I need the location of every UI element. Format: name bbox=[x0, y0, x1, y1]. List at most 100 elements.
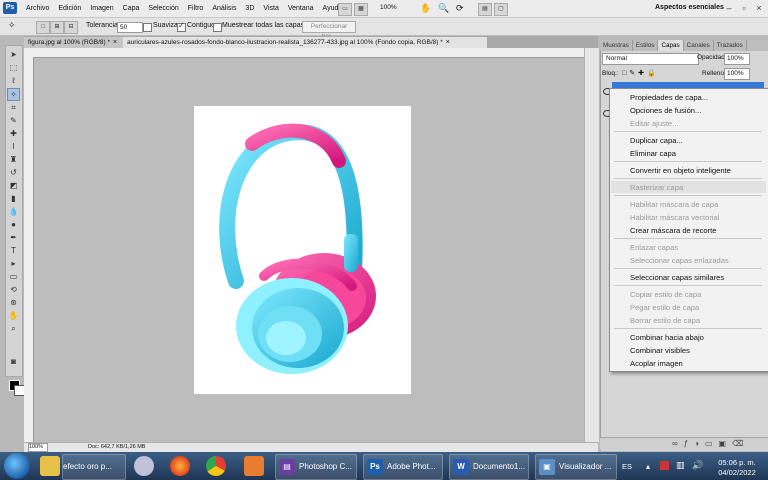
dodge-tool-icon[interactable]: ● bbox=[8, 219, 19, 230]
sample-all-layers-checkbox[interactable] bbox=[213, 23, 222, 32]
explorer-icon[interactable] bbox=[40, 456, 60, 476]
contiguous-checkbox[interactable] bbox=[177, 21, 186, 32]
vertical-scrollbar[interactable] bbox=[584, 48, 599, 442]
zoom-level[interactable]: 100% bbox=[380, 4, 397, 11]
close-icon[interactable]: × bbox=[752, 2, 766, 14]
menu-item-flatten-image[interactable]: Acoplar imagen bbox=[630, 359, 683, 368]
crop-tool-icon[interactable]: ⌗ bbox=[8, 102, 19, 113]
eraser-tool-icon[interactable]: ◩ bbox=[8, 180, 19, 191]
layer-actions-icons[interactable]: ∞ƒ◑▭▣⌫ bbox=[672, 439, 749, 448]
refine-edge-button[interactable]: Perfeccionar bor... bbox=[302, 21, 356, 40]
menu-item-convert-smart-object[interactable]: Convertir en objeto inteligente bbox=[630, 166, 731, 175]
brush-tool-icon[interactable]: ǀ bbox=[8, 141, 19, 152]
document-canvas[interactable] bbox=[194, 106, 411, 394]
taskbar-btn-adobe-photoshop[interactable]: Ps Adobe Phot... bbox=[363, 454, 443, 480]
new-selection-icon[interactable]: □ bbox=[36, 21, 50, 34]
menu-imagen[interactable]: Imagen bbox=[90, 5, 113, 12]
media-app-icon[interactable] bbox=[244, 456, 264, 476]
move-tool-icon[interactable]: ➤ bbox=[8, 49, 19, 60]
menu-separator bbox=[614, 268, 762, 269]
firefox-icon[interactable] bbox=[170, 456, 190, 476]
taskbar-btn-visualizador[interactable]: ▣ Visualizador ... bbox=[535, 454, 617, 480]
menu-item-select-similar-layers[interactable]: Seleccionar capas similares bbox=[630, 273, 724, 282]
magic-wand-tool-icon[interactable]: ✧ bbox=[7, 88, 20, 101]
tray-show-hidden-icon[interactable]: ▴ bbox=[646, 462, 650, 471]
minimize-icon[interactable]: – bbox=[722, 2, 736, 14]
shape-tool-icon[interactable]: ▭ bbox=[8, 271, 19, 282]
3d-rotate-icon[interactable]: ⟲ bbox=[8, 284, 19, 295]
blur-tool-icon[interactable]: 💧 bbox=[8, 206, 19, 217]
eyedropper-tool-icon[interactable]: ✎ bbox=[8, 115, 19, 126]
smooth-checkbox[interactable] bbox=[143, 23, 152, 32]
hand-tool-icon[interactable]: ✋ bbox=[420, 3, 431, 14]
clock[interactable]: 05:06 p. m. 04/02/2022 bbox=[712, 458, 762, 478]
gradient-tool-icon[interactable]: ▮ bbox=[8, 193, 19, 204]
tab-capas[interactable]: Capas bbox=[658, 40, 684, 51]
menu-item-merge-down[interactable]: Combinar hacia abajo bbox=[630, 333, 704, 342]
text-tool-icon[interactable]: T bbox=[8, 245, 19, 256]
tab-estilos[interactable]: Estilos bbox=[633, 40, 659, 51]
zoom-tool-icon[interactable]: ⌕ bbox=[8, 323, 19, 334]
pen-tool-icon[interactable]: ✒ bbox=[8, 232, 19, 243]
clone-stamp-icon[interactable]: ♜ bbox=[8, 154, 19, 165]
start-button[interactable] bbox=[4, 453, 30, 479]
maximize-icon[interactable]: ▫ bbox=[737, 2, 751, 14]
menu-archivo[interactable]: Archivo bbox=[26, 5, 49, 12]
3d-orbit-icon[interactable]: ⊛ bbox=[8, 297, 19, 308]
menu-item-create-clipping-mask[interactable]: Crear máscara de recorte bbox=[630, 226, 717, 235]
subtract-selection-icon[interactable]: ⊟ bbox=[64, 21, 78, 34]
tolerance-input[interactable]: 50 bbox=[117, 22, 143, 33]
arrange-documents-icon[interactable]: ▤ bbox=[478, 3, 492, 16]
menu-item-layer-properties[interactable]: Propiedades de capa... bbox=[630, 93, 708, 102]
marquee-tool-icon[interactable]: ⬚ bbox=[8, 62, 19, 73]
screen-mode-icon[interactable]: ▢ bbox=[494, 3, 508, 16]
quick-mask-icon[interactable]: ◙ bbox=[8, 356, 19, 367]
tab-auriculares[interactable]: auriculares-azules-rosados-fondo-blanco-… bbox=[123, 37, 487, 48]
menu-capa[interactable]: Capa bbox=[123, 5, 140, 12]
close-tab-icon[interactable]: × bbox=[443, 39, 450, 46]
lock-icons[interactable]: □✎✚🔒 bbox=[622, 69, 659, 77]
taskbar-btn-documento1[interactable]: W Documento1... bbox=[449, 454, 529, 480]
chrome-icon[interactable] bbox=[206, 456, 226, 476]
taskbar-btn-efecto-oro[interactable]: efecto oro p... bbox=[62, 454, 126, 480]
close-tab-icon[interactable]: × bbox=[110, 39, 117, 46]
status-zoom[interactable]: 100% bbox=[28, 443, 48, 452]
lasso-tool-icon[interactable]: ℓ bbox=[8, 75, 19, 86]
snipping-tool-icon[interactable] bbox=[134, 456, 154, 476]
blend-mode-select[interactable]: Normal bbox=[602, 53, 699, 65]
tray-flag-icon[interactable] bbox=[660, 461, 669, 470]
menu-item-delete-layer[interactable]: Eliminar capa bbox=[630, 149, 676, 158]
fill-input[interactable]: 100% bbox=[724, 68, 750, 80]
language-indicator[interactable]: ES bbox=[622, 462, 632, 471]
rotate-view-icon[interactable]: ⟳ bbox=[456, 3, 464, 14]
network-icon[interactable]: ▥ bbox=[676, 460, 685, 471]
workspace-switcher[interactable]: Aspectos esenciales bbox=[655, 4, 724, 11]
tab-trazados[interactable]: Trazados bbox=[714, 40, 747, 51]
tab-muestras[interactable]: Muestras bbox=[600, 40, 633, 51]
menu-filtro[interactable]: Filtro bbox=[188, 5, 204, 12]
healing-brush-icon[interactable]: ✚ bbox=[8, 128, 19, 139]
opacity-input[interactable]: 100% bbox=[724, 53, 750, 65]
menu-3d[interactable]: 3D bbox=[245, 5, 254, 12]
add-selection-icon[interactable]: ⊞ bbox=[50, 21, 64, 34]
menu-ventana[interactable]: Ventana bbox=[288, 5, 314, 12]
mini-bridge-icon[interactable]: ▦ bbox=[354, 3, 368, 16]
zoom-tool-icon[interactable]: 🔍 bbox=[438, 3, 449, 14]
tab-figura[interactable]: figura.jpg al 100% (RGB/8) * × bbox=[24, 37, 123, 48]
menu-item-blending-options[interactable]: Opciones de fusión... bbox=[630, 106, 701, 115]
bridge-icon[interactable]: ▭ bbox=[338, 3, 352, 16]
status-doc-size[interactable]: Doc: 642,7 KB/1,26 MB bbox=[88, 443, 145, 451]
menu-item-duplicate-layer[interactable]: Duplicar capa... bbox=[630, 136, 683, 145]
menu-seleccion[interactable]: Selección bbox=[148, 5, 178, 12]
magic-wand-preset-icon[interactable]: ✧ bbox=[8, 20, 16, 31]
menu-edicion[interactable]: Edición bbox=[58, 5, 81, 12]
taskbar-btn-photoshop-cs[interactable]: ▤ Photoshop C... bbox=[275, 454, 357, 480]
volume-icon[interactable]: 🔊 bbox=[692, 460, 703, 471]
menu-analisis[interactable]: Análisis bbox=[212, 5, 236, 12]
hand-tool-icon[interactable]: ✋ bbox=[8, 310, 19, 321]
tab-canales[interactable]: Canales bbox=[684, 40, 714, 51]
menu-item-merge-visible[interactable]: Combinar visibles bbox=[630, 346, 690, 355]
path-selection-icon[interactable]: ▸ bbox=[8, 258, 19, 269]
history-brush-icon[interactable]: ↺ bbox=[8, 167, 19, 178]
menu-vista[interactable]: Vista bbox=[263, 5, 278, 12]
